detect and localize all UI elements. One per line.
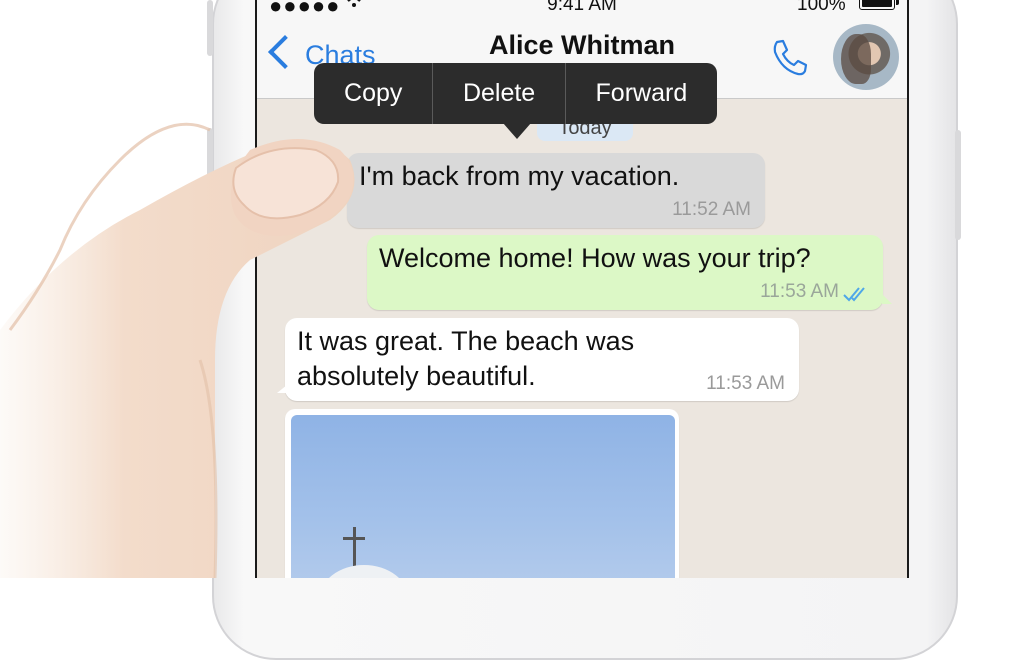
status-bar: ●●●●● 9:41 AM 100% [257, 0, 907, 20]
volume-button [207, 128, 213, 180]
message-text: I'm back from my vacation. [359, 161, 680, 191]
message-text: It was great. The beach was absolutely b… [297, 324, 634, 394]
delete-button[interactable]: Delete [433, 63, 566, 124]
message-text-line: It was great. The beach was [297, 326, 635, 356]
photo-dome [319, 565, 409, 578]
battery-percent: 100% [797, 0, 846, 15]
phone-icon[interactable] [767, 36, 811, 80]
photo-mast [343, 537, 365, 540]
beach-photo[interactable] [291, 415, 675, 578]
message-time: 11:53 AM [706, 373, 785, 394]
power-button [955, 130, 961, 240]
read-receipt-icon [843, 287, 865, 302]
message-list[interactable]: Today I'm back from my vacation. 11:52 A… [257, 99, 907, 578]
photo-mast [353, 527, 356, 571]
image-message[interactable] [285, 409, 679, 578]
message-context-menu: Copy Delete Forward [314, 63, 717, 124]
message-bubble-selected[interactable]: I'm back from my vacation. 11:52 AM [347, 153, 765, 228]
message-text: Welcome home! How was your trip? [379, 243, 811, 273]
message-bubble-incoming[interactable]: It was great. The beach was absolutely b… [277, 318, 799, 401]
message-time: 11:53 AM [760, 281, 839, 302]
bubble-tail [277, 385, 287, 393]
message-bubble-outgoing[interactable]: Welcome home! How was your trip? 11:53 A… [367, 235, 892, 310]
context-menu-pointer [503, 123, 531, 139]
message-time: 11:52 AM [672, 199, 751, 220]
message-text-line: absolutely beautiful. [297, 361, 536, 391]
bubble-tail [882, 294, 892, 304]
forward-button[interactable]: Forward [566, 63, 717, 124]
avatar[interactable] [833, 24, 899, 90]
copy-button[interactable]: Copy [314, 63, 434, 124]
battery-icon [859, 0, 899, 10]
volume-button [207, 0, 213, 56]
